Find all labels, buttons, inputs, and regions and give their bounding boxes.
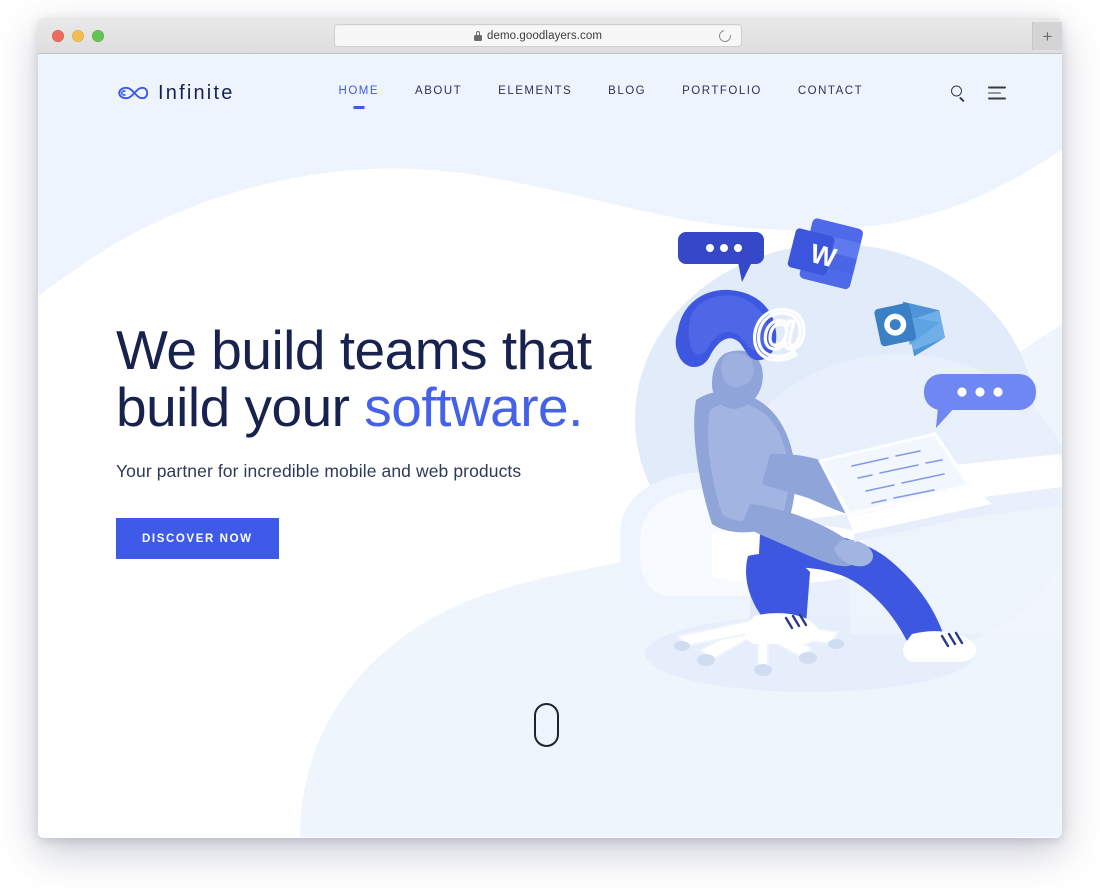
main-navigation: HOME ABOUT ELEMENTS BLOG PORTFOLIO CONTA… [339, 85, 864, 101]
nav-item-home[interactable]: HOME [339, 85, 380, 101]
nav-item-blog[interactable]: BLOG [608, 85, 646, 101]
nav-item-elements[interactable]: ELEMENTS [498, 85, 572, 101]
page-viewport: Infinite HOME ABOUT ELEMENTS BLOG PORTFO… [38, 54, 1062, 837]
nav-item-contact[interactable]: CONTACT [798, 85, 863, 101]
nav-item-portfolio[interactable]: PORTFOLIO [682, 85, 762, 101]
brand-logo[interactable]: Infinite [116, 82, 235, 105]
minimize-window-button[interactable] [72, 29, 84, 42]
hamburger-menu-icon[interactable] [988, 86, 1006, 100]
discover-now-button[interactable]: DISCOVER NOW [116, 518, 279, 560]
hero-title-line-1: We build teams that [116, 319, 592, 381]
browser-chrome-bar: demo.goodlayers.com + [38, 18, 1062, 54]
brand-name: Infinite [158, 81, 235, 104]
close-window-button[interactable] [52, 29, 64, 42]
new-tab-button[interactable]: + [1032, 22, 1062, 50]
at-symbol-icon: @ [748, 298, 810, 366]
window-traffic-lights [52, 29, 104, 42]
site-header: Infinite HOME ABOUT ELEMENTS BLOG PORTFO… [38, 54, 1062, 132]
nav-item-about[interactable]: ABOUT [415, 85, 462, 101]
svg-text:@: @ [750, 300, 809, 365]
reload-icon[interactable] [716, 27, 734, 45]
scroll-down-mouse-indicator[interactable] [534, 703, 559, 747]
header-tools [951, 85, 1006, 102]
hero-title-line-2: build your [116, 375, 365, 438]
address-bar-url: demo.goodlayers.com [486, 29, 603, 42]
hero-section: We build teams that build your software.… [116, 322, 636, 560]
browser-window: demo.goodlayers.com + Infinite HOME ABOU… [38, 18, 1062, 838]
lock-icon [473, 30, 482, 41]
hero-subtitle: Your partner for incredible mobile and w… [116, 461, 522, 482]
maximize-window-button[interactable] [92, 29, 104, 42]
hero-title-accent: software. [364, 375, 583, 438]
hero-title: We build teams that build your software. [116, 322, 636, 435]
hero-illustration: @ W [620, 218, 1062, 692]
infinity-logo-icon [118, 86, 148, 100]
search-icon[interactable] [951, 85, 966, 102]
address-bar[interactable]: demo.goodlayers.com [334, 24, 742, 47]
